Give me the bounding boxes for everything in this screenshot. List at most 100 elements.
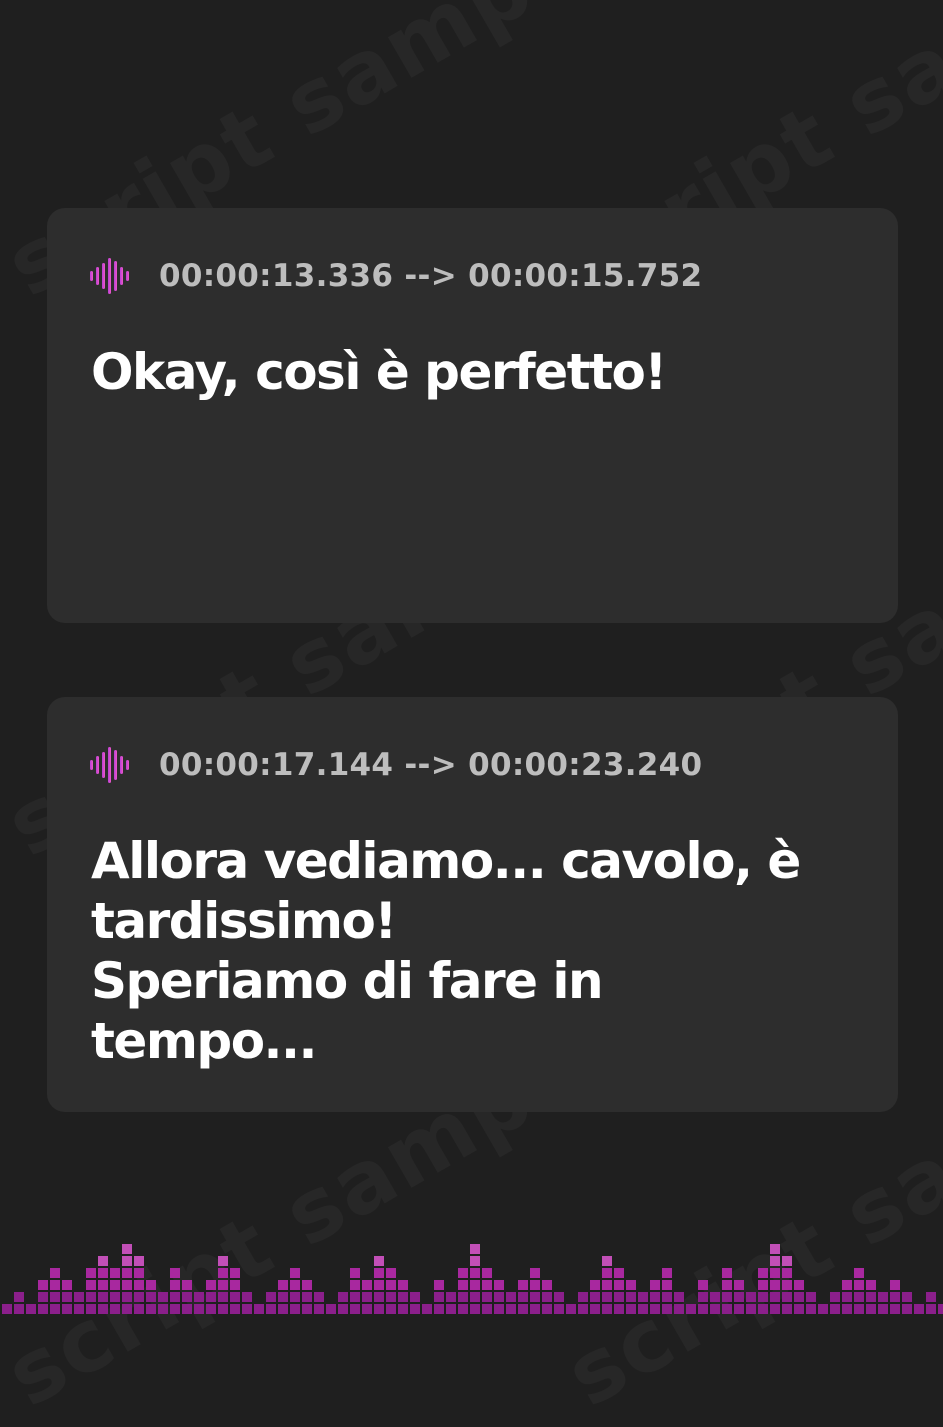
equalizer-block	[830, 1304, 840, 1314]
equalizer-block	[734, 1304, 744, 1314]
equalizer-block	[746, 1292, 756, 1302]
equalizer-block	[494, 1292, 504, 1302]
equalizer-block	[842, 1304, 852, 1314]
equalizer-block	[110, 1292, 120, 1302]
equalizer-block	[230, 1280, 240, 1290]
equalizer-block	[626, 1280, 636, 1290]
equalizer-block	[86, 1280, 96, 1290]
equalizer-block	[134, 1280, 144, 1290]
equalizer-block	[542, 1304, 552, 1314]
equalizer-block	[458, 1292, 468, 1302]
equalizer-block	[470, 1304, 480, 1314]
equalizer-block	[554, 1304, 564, 1314]
equalizer-block	[794, 1292, 804, 1302]
equalizer-block	[326, 1304, 336, 1314]
equalizer-block	[770, 1268, 780, 1278]
equalizer-block	[110, 1304, 120, 1314]
equalizer-block	[470, 1268, 480, 1278]
timestamp: 00:00:13.336 --> 00:00:15.752	[159, 258, 703, 294]
equalizer-block	[218, 1280, 228, 1290]
equalizer-block	[482, 1280, 492, 1290]
equalizer-block	[206, 1304, 216, 1314]
equalizer-block	[110, 1280, 120, 1290]
equalizer-block	[86, 1292, 96, 1302]
equalizer-block	[290, 1304, 300, 1314]
equalizer-block	[614, 1280, 624, 1290]
equalizer-block	[98, 1268, 108, 1278]
equalizer-block	[374, 1292, 384, 1302]
equalizer-block	[866, 1292, 876, 1302]
equalizer-block	[98, 1280, 108, 1290]
equalizer-block	[14, 1292, 24, 1302]
equalizer-block	[2, 1304, 12, 1314]
equalizer-block	[170, 1268, 180, 1278]
equalizer-block	[374, 1268, 384, 1278]
equalizer-block	[122, 1256, 132, 1266]
equalizer-block	[62, 1292, 72, 1302]
subtitle-card: 00:00:17.144 --> 00:00:23.240 Allora ved…	[47, 697, 898, 1112]
equalizer-block	[686, 1304, 696, 1314]
equalizer-block	[350, 1292, 360, 1302]
equalizer-block	[38, 1280, 48, 1290]
equalizer-block	[710, 1304, 720, 1314]
equalizer-block	[134, 1292, 144, 1302]
timestamp-row: 00:00:13.336 --> 00:00:15.752	[89, 258, 702, 294]
equalizer-block	[446, 1304, 456, 1314]
equalizer-block	[410, 1292, 420, 1302]
equalizer-block	[290, 1268, 300, 1278]
equalizer-block	[206, 1280, 216, 1290]
equalizer-block	[662, 1268, 672, 1278]
equalizer-block	[290, 1292, 300, 1302]
equalizer-block	[242, 1292, 252, 1302]
equalizer-block	[542, 1292, 552, 1302]
timestamp-row: 00:00:17.144 --> 00:00:23.240	[89, 747, 702, 783]
equalizer-block	[230, 1304, 240, 1314]
equalizer-block	[302, 1280, 312, 1290]
equalizer-block	[818, 1304, 828, 1314]
equalizer-block	[782, 1280, 792, 1290]
equalizer-block	[842, 1292, 852, 1302]
equalizer-block	[86, 1304, 96, 1314]
equalizer-block	[638, 1292, 648, 1302]
equalizer-block	[194, 1304, 204, 1314]
equalizer-block	[254, 1304, 264, 1314]
equalizer-block	[26, 1304, 36, 1314]
equalizer-block	[470, 1292, 480, 1302]
equalizer-block	[698, 1292, 708, 1302]
equalizer-block	[758, 1292, 768, 1302]
equalizer-block	[674, 1304, 684, 1314]
equalizer-block	[542, 1280, 552, 1290]
equalizer-block	[470, 1244, 480, 1254]
equalizer-block	[722, 1292, 732, 1302]
equalizer-block	[122, 1304, 132, 1314]
equalizer-block	[602, 1292, 612, 1302]
equalizer-block	[122, 1280, 132, 1290]
equalizer-block	[482, 1292, 492, 1302]
equalizer-block	[278, 1292, 288, 1302]
equalizer-block	[446, 1292, 456, 1302]
equalizer-block	[86, 1268, 96, 1278]
equalizer-block	[422, 1304, 432, 1314]
equalizer-block	[374, 1256, 384, 1266]
equalizer-block	[554, 1292, 564, 1302]
equalizer-block	[746, 1304, 756, 1314]
equalizer-block	[602, 1280, 612, 1290]
equalizer-block	[770, 1244, 780, 1254]
equalizer-block	[242, 1304, 252, 1314]
equalizer-block	[470, 1280, 480, 1290]
equalizer-block	[578, 1304, 588, 1314]
equalizer-block	[614, 1292, 624, 1302]
equalizer-block	[722, 1304, 732, 1314]
equalizer-block	[866, 1304, 876, 1314]
equalizer-block	[722, 1268, 732, 1278]
equalizer-block	[830, 1292, 840, 1302]
equalizer-block	[506, 1304, 516, 1314]
equalizer-block	[374, 1280, 384, 1290]
equalizer-block	[170, 1304, 180, 1314]
equalizer-block	[158, 1304, 168, 1314]
equalizer-block	[470, 1256, 480, 1266]
equalizer-block	[434, 1304, 444, 1314]
equalizer-block	[134, 1268, 144, 1278]
equalizer-block	[782, 1304, 792, 1314]
equalizer-block	[602, 1256, 612, 1266]
